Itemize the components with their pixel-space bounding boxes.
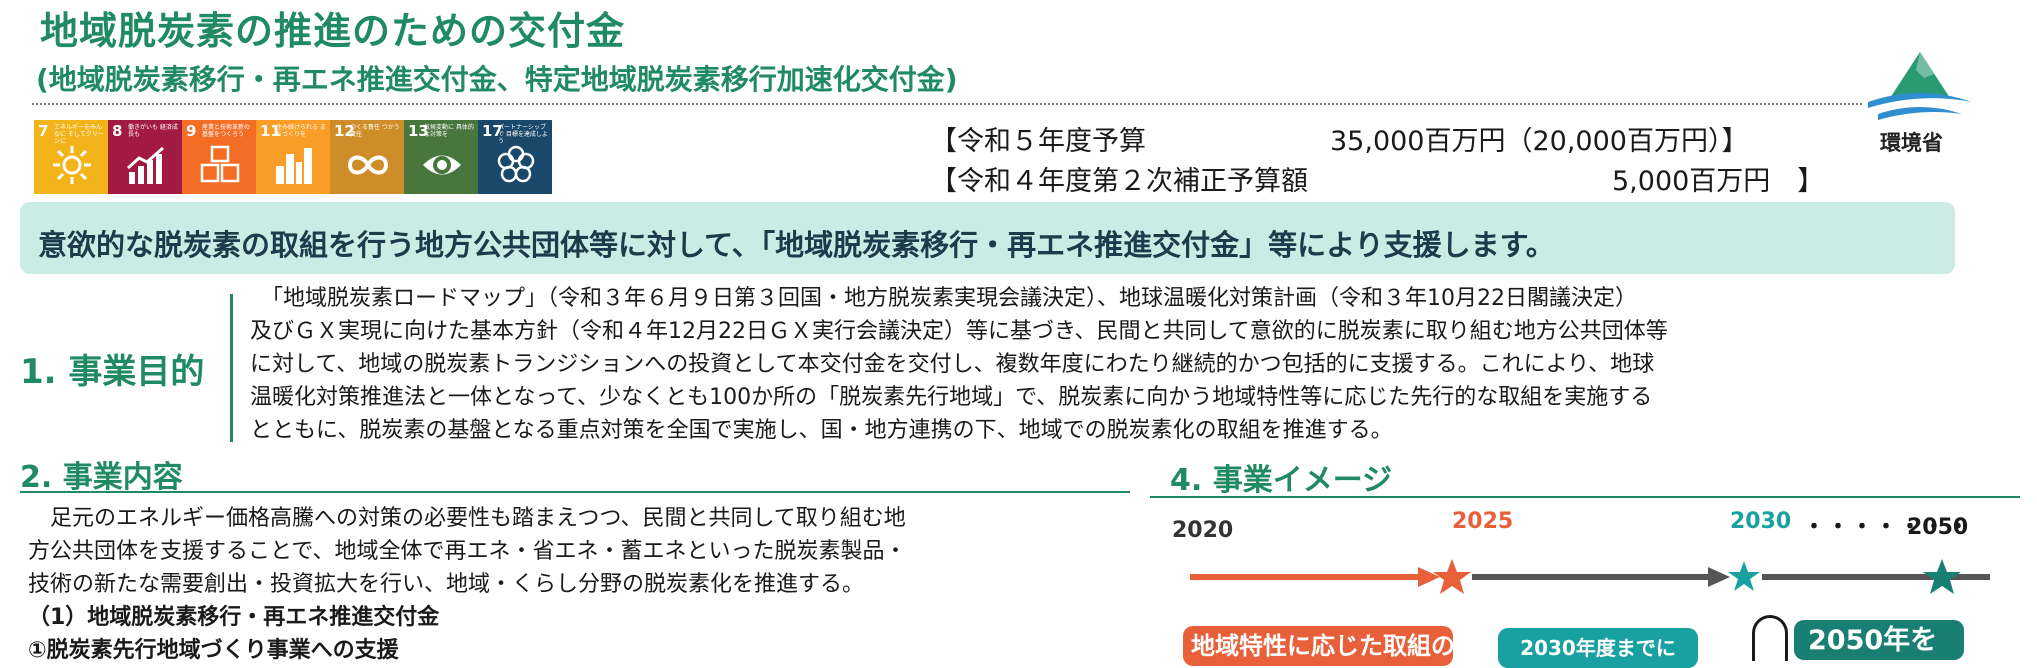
year-2020-label: 2020	[1172, 518, 1234, 543]
header-divider	[32, 103, 1862, 105]
ministry-name: 環境省	[1880, 131, 1943, 155]
star-icon	[1728, 561, 1760, 591]
sdg-17-icon: 17 パートナーシップで 目標を達成しよう	[478, 120, 552, 194]
subsection-item: ①脱炭素先行地域づくり事業への支援	[28, 638, 399, 663]
sdg-caption: 働きがいも 経済成長も	[128, 124, 178, 138]
sdg-13-icon: 13 気候変動に 具体的な対策を	[404, 120, 478, 194]
paragraph-line: 方公共団体を支援することで、地域全体で再エネ・省エネ・蓄エネといった脱炭素製品・	[28, 539, 907, 564]
sdg-9-icon: 9 産業と技術革新の 基盤をつくろう	[182, 120, 256, 194]
summary-banner-text: 意欲的な脱炭素の取組を行う地方公共団体等に対して、「地域脱炭素移行・再エネ推進交…	[38, 228, 1555, 262]
subsection-heading: （1）地域脱炭素移行・再エネ推進交付金	[28, 605, 440, 630]
arrow-right-icon	[1418, 567, 1440, 587]
page-subtitle: (地域脱炭素移行・再エネ推進交付金、特定地域脱炭素移行加速化交付金)	[36, 63, 958, 96]
flower-icon	[497, 145, 535, 183]
sdg-number: 7	[38, 122, 49, 140]
year-2030-label: 2030	[1730, 509, 1792, 534]
paragraph-line: 技術の新たな需要創出・投資拡大を行い、地域・くらし分野の脱炭素化を推進する。	[28, 572, 865, 597]
section-1-body: 「地域脱炭素ロードマップ」（令和３年６月９日第３回国・地方脱炭素実現会議決定）、…	[250, 282, 1950, 447]
sdg-caption: エネルギーをみんなに そしてクリーンに	[54, 124, 104, 145]
section-4-heading: 4. 事業イメージ	[1170, 463, 1393, 498]
sdg-number: 9	[186, 122, 197, 140]
sun-icon	[53, 146, 91, 184]
section-1-divider	[230, 294, 233, 442]
sdg-7-icon: 7 エネルギーをみんなに そしてクリーンに	[34, 120, 108, 194]
page-title: 地域脱炭素の推進のための交付金	[40, 9, 626, 53]
sdg-caption: 産業と技術革新の 基盤をつくろう	[202, 124, 251, 138]
timeline-tag-2030: 2030年度までに	[1498, 628, 1698, 668]
sdg-12-icon: 12 つくる責任 つかう責任	[330, 120, 404, 194]
sdg-number: 8	[112, 122, 123, 140]
budget-line-1-value: 35,000百万円（20,000百万円）】	[1330, 126, 1749, 157]
arrow-right-icon	[1708, 567, 1730, 587]
timeline-tag-2050: 2050年を	[1794, 620, 1964, 660]
paragraph-line: とともに、脱炭素の基盤となる重点対策を全国で実施し、国・地方連携の下、地域での脱…	[250, 418, 1393, 443]
sdg-caption: 気候変動に 具体的な対策を	[424, 124, 474, 138]
budget-line-2-value: 5,000百万円 】	[1612, 166, 1825, 197]
paragraph-line: に対して、地域の脱炭素トランジションへの投資として本交付金を交付し、複数年度にわ…	[250, 352, 1655, 377]
timeline-tag-regional: 地域特性に応じた取組の	[1183, 626, 1455, 666]
sdg-8-icon: 8 働きがいも 経済成長も	[108, 120, 182, 194]
budget-line-2-label: 【令和４年度第２次補正予算額	[930, 166, 1308, 197]
cubes-icon	[200, 145, 240, 183]
year-2025-label: 2025	[1452, 509, 1514, 534]
year-2050-label: 2050	[1907, 515, 1969, 540]
city-icon	[276, 148, 312, 184]
section-1-heading: 1. 事業目的	[20, 352, 205, 392]
section-2-body: 足元のエネルギー価格高騰への対策の必要性も踏まえつつ、民間と共同して取り組む地 …	[28, 502, 1128, 667]
paragraph-line: 「地域脱炭素ロードマップ」（令和３年６月９日第３回国・地方脱炭素実現会議決定）、…	[250, 286, 1637, 311]
section-2-underline	[20, 491, 1130, 493]
infinity-icon	[347, 155, 389, 175]
sdg-caption: 住み続けられる まちづくりを	[276, 124, 326, 138]
section-4-underline	[1150, 496, 2020, 498]
sdg-icons: 7 エネルギーをみんなに そしてクリーンに 8 働きがいも 経済成長も 9 産業…	[34, 120, 552, 194]
paragraph-line: 温暖化対策推進法と一体となって、少なくとも100か所の「脱炭素先行地域」で、脱炭…	[250, 385, 1653, 410]
eye-globe-icon	[423, 155, 461, 175]
sdg-caption: パートナーシップで 目標を達成しよう	[498, 124, 548, 145]
timeline-connector	[1752, 615, 1788, 661]
sdg-11-icon: 11 住み続けられる まちづくりを	[256, 120, 330, 194]
paragraph-line: 及びＧＸ実現に向けた基本方針（令和４年12月22日ＧＸ実行会議決定）等に基づき、…	[250, 319, 1668, 344]
budget-line-1-label: 【令和５年度予算	[930, 126, 1146, 157]
section-2-heading: 2. 事業内容	[20, 460, 183, 495]
paragraph-line: 足元のエネルギー価格高騰への対策の必要性も踏まえつつ、民間と共同して取り組む地	[28, 506, 906, 531]
sdg-caption: つくる責任 つかう責任	[350, 124, 400, 138]
growth-chart-icon	[126, 146, 164, 184]
timeline-graphic	[1190, 559, 1990, 594]
